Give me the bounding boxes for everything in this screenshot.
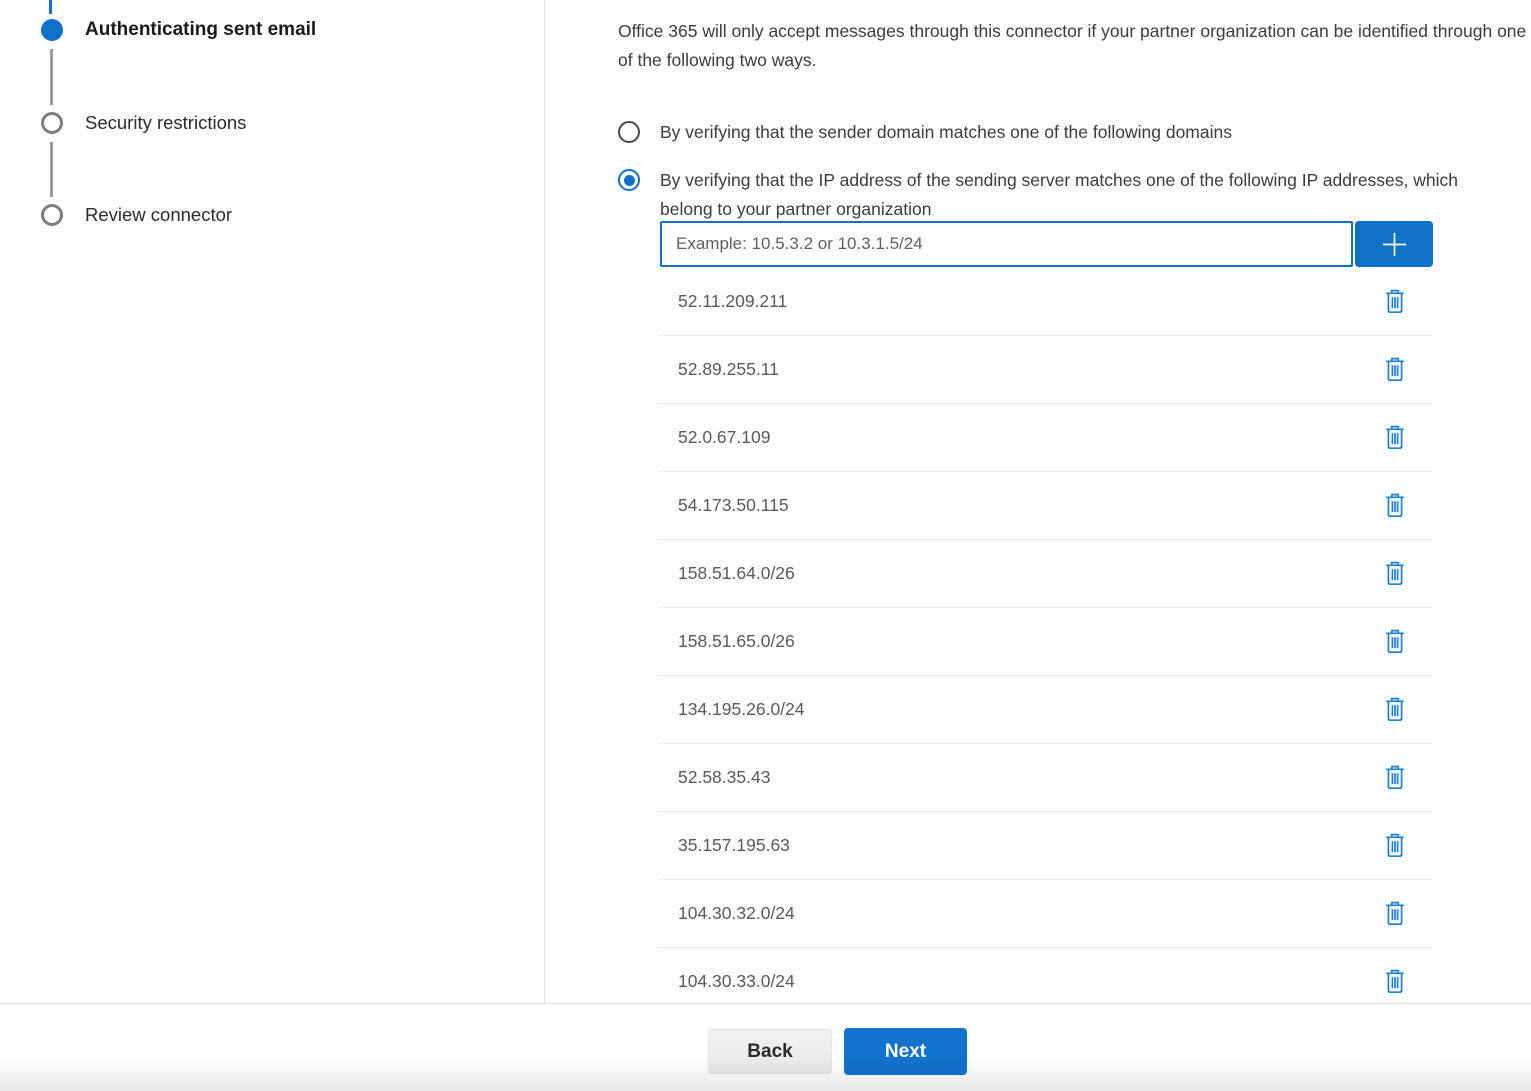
ip-list-row: 104.30.33.0/24 [658, 948, 1432, 1003]
delete-ip-button[interactable] [1385, 289, 1405, 314]
ip-list-row: 134.195.26.0/24 [658, 676, 1432, 744]
trash-icon [1385, 901, 1405, 926]
step-connector-line [50, 49, 53, 105]
delete-ip-button[interactable] [1385, 697, 1405, 722]
step-indicator-authenticating-sent-email [41, 19, 63, 41]
plus-icon [1381, 231, 1408, 258]
ip-list-row: 158.51.65.0/26 [658, 608, 1432, 676]
trash-icon [1385, 765, 1405, 790]
option-verify-sender-domain[interactable]: By verifying that the sender domain matc… [618, 118, 1232, 147]
trash-icon [1385, 493, 1405, 518]
ip-address-value: 158.51.65.0/26 [678, 631, 795, 652]
step-connector-line [50, 142, 53, 197]
option-verify-sender-domain-label: By verifying that the sender domain matc… [660, 118, 1232, 147]
ip-list-row: 52.58.35.43 [658, 744, 1432, 812]
delete-ip-button[interactable] [1385, 969, 1405, 994]
wizard-steps-sidebar: Authenticating sent email Security restr… [0, 0, 545, 1003]
radio-unselected-icon[interactable] [618, 121, 640, 143]
delete-ip-button[interactable] [1385, 493, 1405, 518]
ip-list-row: 52.0.67.109 [658, 404, 1432, 472]
option-verify-ip-address-label: By verifying that the IP address of the … [660, 166, 1490, 223]
trash-icon [1385, 561, 1405, 586]
ip-address-value: 104.30.33.0/24 [678, 971, 795, 992]
ip-list-row: 52.11.209.211 [658, 268, 1432, 336]
ip-address-value: 158.51.64.0/26 [678, 563, 795, 584]
ip-address-value: 52.11.209.211 [678, 291, 787, 312]
ip-address-value: 104.30.32.0/24 [678, 903, 795, 924]
step-indicator-security-restrictions [41, 112, 63, 134]
trash-icon [1385, 289, 1405, 314]
step-connector-line-top [49, 0, 52, 14]
option-verify-ip-address[interactable]: By verifying that the IP address of the … [618, 166, 1490, 223]
delete-ip-button[interactable] [1385, 833, 1405, 858]
delete-ip-button[interactable] [1385, 425, 1405, 450]
delete-ip-button[interactable] [1385, 765, 1405, 790]
delete-ip-button[interactable] [1385, 357, 1405, 382]
ip-address-value: 52.58.35.43 [678, 767, 770, 788]
trash-icon [1385, 425, 1405, 450]
wizard-footer: Back Next [0, 1003, 1531, 1091]
radio-dot [624, 175, 635, 186]
page-description: Office 365 will only accept messages thr… [618, 17, 1531, 74]
sidebar-item-security-restrictions: Security restrictions [85, 112, 246, 134]
trash-icon [1385, 357, 1405, 382]
add-ip-button[interactable] [1355, 221, 1433, 267]
ip-list-row: 52.89.255.11 [658, 336, 1432, 404]
delete-ip-button[interactable] [1385, 629, 1405, 654]
ip-list-row: 158.51.64.0/26 [658, 540, 1432, 608]
step-indicator-review-connector [41, 204, 63, 226]
ip-address-value: 52.0.67.109 [678, 427, 770, 448]
trash-icon [1385, 697, 1405, 722]
next-button[interactable]: Next [844, 1028, 967, 1075]
delete-ip-button[interactable] [1385, 561, 1405, 586]
ip-list-row: 54.173.50.115 [658, 472, 1432, 540]
ip-address-value: 52.89.255.11 [678, 359, 779, 380]
sidebar-item-review-connector: Review connector [85, 204, 232, 226]
ip-address-value: 134.195.26.0/24 [678, 699, 805, 720]
ip-address-list: 52.11.209.211 52.89.255.11 [658, 268, 1432, 1003]
trash-icon [1385, 629, 1405, 654]
ip-list-row: 35.157.195.63 [658, 812, 1432, 880]
ip-address-entry-row [660, 221, 1433, 267]
back-button[interactable]: Back [708, 1029, 832, 1074]
ip-list-row: 104.30.32.0/24 [658, 880, 1432, 948]
ip-address-value: 54.173.50.115 [678, 495, 789, 516]
ip-address-value: 35.157.195.63 [678, 835, 790, 856]
trash-icon [1385, 969, 1405, 994]
delete-ip-button[interactable] [1385, 901, 1405, 926]
sidebar-item-authenticating-sent-email: Authenticating sent email [85, 19, 316, 41]
radio-selected-icon[interactable] [618, 169, 640, 191]
ip-address-input[interactable] [660, 221, 1353, 267]
trash-icon [1385, 833, 1405, 858]
